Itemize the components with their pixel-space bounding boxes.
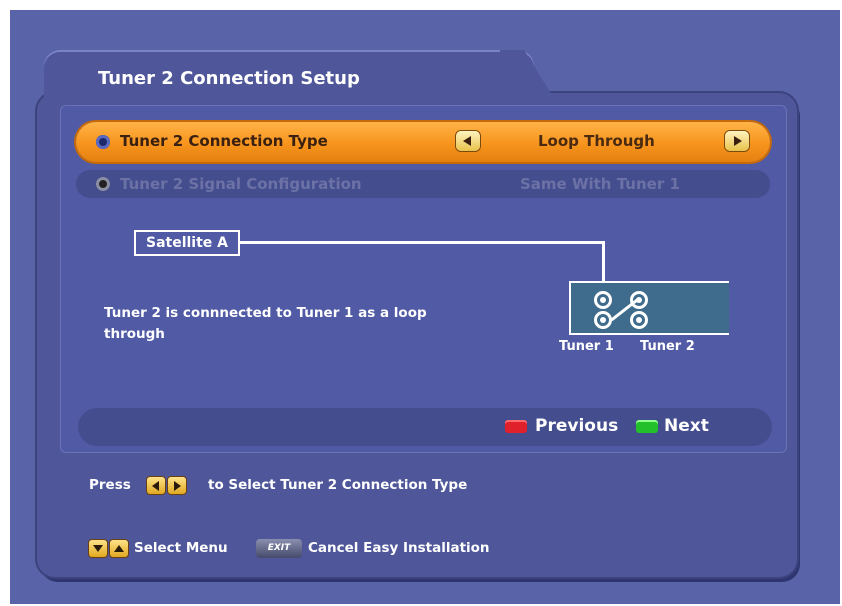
press-label: Press — [89, 477, 131, 493]
tuner-ports-box — [569, 281, 729, 335]
select-type-label: to Select Tuner 2 Connection Type — [208, 477, 468, 493]
page-title: Tuner 2 Connection Setup — [98, 68, 360, 89]
red-key-icon — [505, 420, 527, 433]
left-key-icon — [147, 477, 165, 494]
previous-button[interactable]: Previous — [535, 416, 618, 436]
up-key-icon — [110, 540, 128, 557]
selected-bullet-icon — [96, 135, 110, 149]
connection-description: Tuner 2 is connnected to Tuner 1 as a lo… — [104, 305, 427, 342]
tuner1-output-port-icon — [594, 311, 612, 329]
exit-key-icon[interactable]: EXIT — [256, 539, 302, 558]
satellite-label: Satellite A — [134, 230, 240, 256]
tuner1-label: Tuner 1 — [559, 339, 614, 354]
arrow-right-icon[interactable] — [725, 131, 749, 151]
next-button[interactable]: Next — [664, 416, 709, 436]
connection-type-row[interactable]: Tuner 2 Connection Type Loop Through — [76, 122, 770, 162]
connection-type-value: Loop Through — [538, 132, 655, 150]
tuner2-output-port-icon — [630, 311, 648, 329]
down-key-icon — [89, 540, 107, 557]
select-menu-hint: Select Menu — [134, 540, 228, 556]
tuner1-input-port-icon — [594, 291, 612, 309]
cable-line-horizontal — [240, 241, 604, 244]
arrow-left-icon[interactable] — [456, 131, 480, 151]
cancel-installation-hint: Cancel Easy Installation — [308, 540, 490, 556]
disabled-bullet-icon — [96, 177, 110, 191]
signal-configuration-row: Tuner 2 Signal Configuration Same With T… — [76, 170, 770, 198]
connection-type-label: Tuner 2 Connection Type — [120, 132, 328, 150]
signal-configuration-value: Same With Tuner 1 — [520, 175, 680, 193]
green-key-icon — [636, 420, 658, 433]
signal-configuration-label: Tuner 2 Signal Configuration — [120, 175, 362, 193]
tuner2-label: Tuner 2 — [640, 339, 695, 354]
right-key-icon — [168, 477, 186, 494]
